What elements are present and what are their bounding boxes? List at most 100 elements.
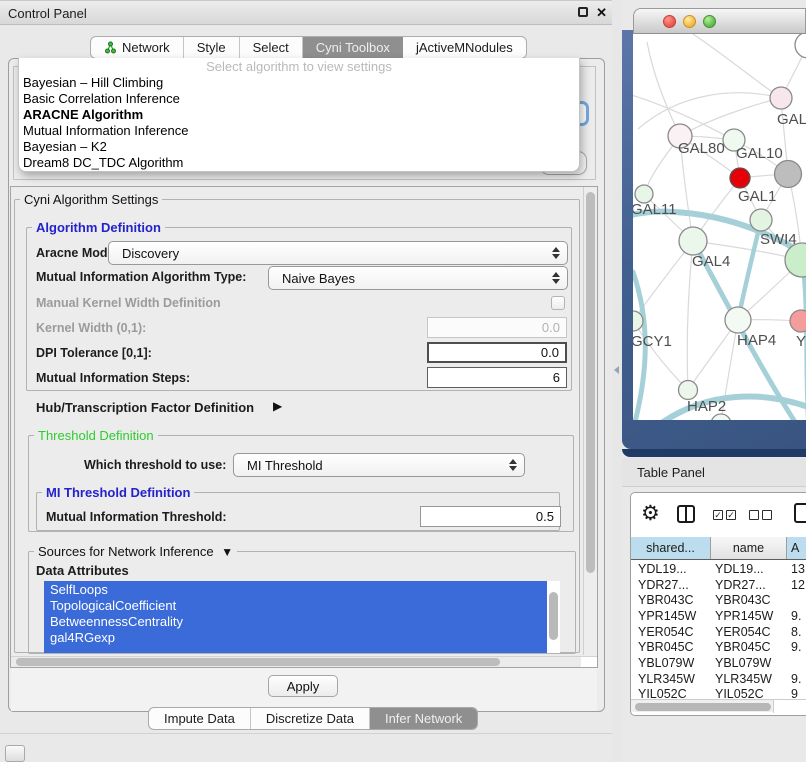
spinner-arrows-icon <box>549 272 567 284</box>
node-gal4[interactable] <box>679 227 707 255</box>
node-hap2[interactable] <box>679 381 698 400</box>
apply-button[interactable]: Apply <box>268 675 338 697</box>
list-item[interactable]: BetweennessCentrality <box>44 614 547 630</box>
column-header-shared-name[interactable]: shared... <box>631 537 711 559</box>
node-gal1-selected[interactable] <box>730 168 750 188</box>
table-panel-title: Table Panel <box>637 465 705 480</box>
node-partial-top[interactable] <box>795 34 806 58</box>
aracne-mode-value: Discovery <box>109 246 549 261</box>
table-row[interactable]: YBL079W YBL079W <box>631 655 806 671</box>
tab-label: Cyni Toolbox <box>316 40 390 55</box>
gear-icon[interactable]: ⚙ <box>641 503 660 524</box>
mi-type-combobox[interactable]: Naive Bayes <box>268 266 568 290</box>
tab-discretize-data[interactable]: Discretize Data <box>251 708 370 729</box>
deselect-all-icon[interactable] <box>749 510 772 520</box>
column-header-name[interactable]: name <box>711 537 787 559</box>
control-panel-titlebar: Control Panel ✕ <box>0 0 612 25</box>
table-row[interactable]: YBR045C YBR045C 9. <box>631 639 806 655</box>
attributes-scrollbar[interactable] <box>547 581 560 653</box>
hidden-groupbox-border <box>13 66 14 180</box>
tab-cyni-toolbox[interactable]: Cyni Toolbox <box>303 37 403 58</box>
minimize-traffic-light[interactable] <box>683 15 696 28</box>
network-node-labels: GAL GAL80 GAL10 GAL1 GAL11 SWI4 GAL4 GCY… <box>633 111 806 415</box>
dpi-tolerance-field[interactable] <box>427 342 567 363</box>
dropdown-item[interactable]: Basic Correlation Inference <box>19 91 579 107</box>
tab-label: Style <box>197 40 226 55</box>
split-panel-icon[interactable] <box>677 505 695 523</box>
sources-collapse-icon[interactable]: ▼ <box>221 545 233 559</box>
node-salmon[interactable] <box>790 310 806 332</box>
bottom-left-mini-button[interactable] <box>5 745 25 762</box>
network-canvas[interactable]: GAL GAL80 GAL10 GAL1 GAL11 SWI4 GAL4 GCY… <box>633 34 806 420</box>
close-traffic-light[interactable] <box>663 15 676 28</box>
table-panel: ⚙ ✓ ✓ shared... name A YDL19... YDL19...… <box>630 492 806 716</box>
mi-type-value: Naive Bayes <box>269 271 549 286</box>
scrollbar-thumb[interactable] <box>16 658 500 666</box>
hidden-groupbox-border <box>595 66 596 180</box>
node-label: GAL1 <box>738 188 776 205</box>
dropdown-item[interactable]: Bayesian – K2 <box>19 139 579 155</box>
mi-threshold-field[interactable] <box>420 506 561 527</box>
aracne-mode-label: Aracne Mode: <box>36 246 119 260</box>
table-row[interactable]: YPR145W YPR145W 9. <box>631 608 806 624</box>
cyni-settings-group-title: Cyni Algorithm Settings <box>20 192 162 207</box>
list-item[interactable]: TopologicalCoefficient <box>44 598 547 614</box>
table-row[interactable]: YER054C YER054C 8. <box>631 624 806 640</box>
float-window-icon[interactable] <box>578 7 588 17</box>
node-label: GAL11 <box>633 201 677 218</box>
dropdown-item[interactable]: Mutual Information Inference <box>19 123 579 139</box>
sources-title-text: Sources for Network Inference <box>38 544 214 559</box>
node-swi4[interactable] <box>750 209 772 231</box>
table-grid-icon[interactable] <box>794 503 806 523</box>
node-hap4[interactable] <box>725 307 751 333</box>
dropdown-item[interactable]: Dream8 DC_TDC Algorithm <box>19 155 579 171</box>
scrollbar-thumb[interactable] <box>586 192 595 573</box>
network-nodes[interactable] <box>633 34 806 420</box>
node-label: Y <box>796 333 806 350</box>
tab-network[interactable]: Network <box>91 37 184 58</box>
scrollbar-thumb[interactable] <box>549 592 558 640</box>
splitter-collapse-icon[interactable] <box>614 366 619 374</box>
hidden-groupbox-border <box>13 179 596 180</box>
algorithm-definition-title: Algorithm Definition <box>32 220 165 235</box>
mi-steps-label: Mutual Information Steps: <box>36 371 190 385</box>
table-horizontal-scrollbar[interactable] <box>631 699 806 712</box>
dropdown-item-selected[interactable]: ARACNE Algorithm <box>19 107 579 123</box>
column-header-partial[interactable]: A <box>787 537 806 559</box>
node-gal-top[interactable] <box>770 87 792 109</box>
manual-kernel-checkbox[interactable] <box>551 296 565 310</box>
list-item[interactable]: SelfLoops <box>44 582 547 598</box>
close-window-icon[interactable]: ✕ <box>596 5 607 21</box>
tab-jactivemnodules[interactable]: jActiveMNodules <box>403 37 526 58</box>
which-threshold-combobox[interactable]: MI Threshold <box>233 453 525 477</box>
aracne-mode-combobox[interactable]: Discovery <box>108 241 568 265</box>
bottom-tabbar: Impute Data Discretize Data Infer Networ… <box>148 707 478 730</box>
table-body: YDL19... YDL19... 13 YDR27... YDR27... 1… <box>631 561 806 702</box>
tab-style[interactable]: Style <box>184 37 240 58</box>
manual-kernel-label: Manual Kernel Width Definition <box>36 296 221 310</box>
tab-label: Select <box>253 40 289 55</box>
tab-infer-network[interactable]: Infer Network <box>370 708 477 729</box>
zoom-traffic-light[interactable] <box>703 15 716 28</box>
kernel-width-field[interactable] <box>427 317 567 338</box>
control-panel-tabbar: Network Style Select Cyni Toolbox jActiv… <box>90 36 527 59</box>
tab-impute-data[interactable]: Impute Data <box>149 708 251 729</box>
table-row[interactable]: YDR27... YDR27... 12 <box>631 577 806 593</box>
select-all-icon[interactable]: ✓ ✓ <box>713 510 736 520</box>
hub-expand-icon[interactable]: ▶ <box>273 399 282 413</box>
kernel-width-label: Kernel Width (0,1): <box>36 321 146 335</box>
tab-label: jActiveMNodules <box>416 40 513 55</box>
dropdown-item[interactable]: Bayesian – Hill Climbing <box>19 75 579 91</box>
table-row[interactable]: YBR043C YBR043C <box>631 592 806 608</box>
scrollbar-thumb[interactable] <box>635 703 771 711</box>
table-row[interactable]: YDL19... YDL19... 13 <box>631 561 806 577</box>
mi-steps-field[interactable] <box>427 367 567 388</box>
screen: Control Panel ✕ Network Style Select C <box>0 0 806 762</box>
mi-threshold-group-title: MI Threshold Definition <box>42 485 194 500</box>
table-row[interactable]: YLR345W YLR345W 9. <box>631 671 806 687</box>
tab-select[interactable]: Select <box>240 37 303 58</box>
node-gray[interactable] <box>775 161 802 188</box>
panel-splitter[interactable] <box>612 0 622 762</box>
network-window-titlebar[interactable] <box>633 8 806 34</box>
list-item[interactable]: gal4RGexp <box>44 630 547 646</box>
